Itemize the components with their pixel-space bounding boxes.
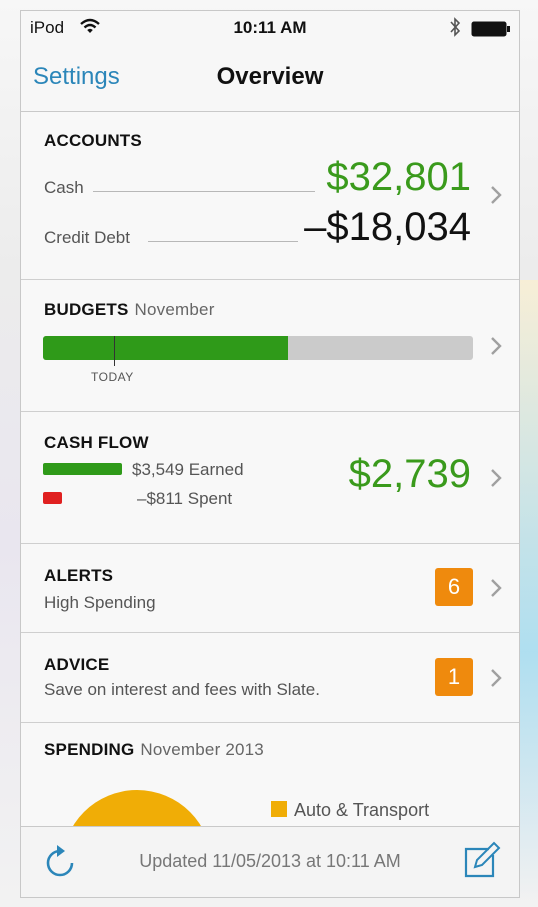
today-label: TODAY: [91, 370, 134, 384]
advice-count-badge: 1: [435, 658, 473, 696]
spent-bar: [43, 492, 62, 504]
budgets-month: November: [134, 300, 215, 319]
budgets-title: BUDGETS November: [44, 300, 215, 319]
earned-bar: [43, 463, 122, 475]
credit-debt-value: –$18,034: [304, 205, 471, 249]
cash-value: $32,801: [326, 155, 471, 199]
bluetooth-icon: [450, 17, 461, 37]
advice-title: ADVICE: [44, 655, 110, 674]
legend-label: Auto & Transport: [294, 800, 430, 820]
battery-icon: [471, 21, 510, 37]
advice-subtitle: Save on interest and fees with Slate.: [44, 680, 320, 699]
page-title: Overview: [216, 63, 324, 90]
spending-section[interactable]: SPENDING November 2013 Auto & Transport: [21, 723, 519, 835]
chevron-right-icon: [491, 669, 502, 687]
budget-progress-bar: [43, 336, 473, 360]
phone-screen: iPod 10:11 AM Settings Overview ACCOUNTS…: [20, 10, 520, 898]
navigation-bar: Settings Overview: [21, 51, 519, 112]
spending-title: SPENDING November 2013: [44, 740, 264, 759]
chevron-right-icon: [491, 337, 502, 355]
cash-label: Cash: [44, 178, 84, 197]
advice-section[interactable]: ADVICE Save on interest and fees with Sl…: [21, 633, 519, 723]
legend-swatch: [271, 801, 287, 817]
cash-flow-title: CASH FLOW: [44, 433, 149, 452]
alerts-title: ALERTS: [44, 566, 114, 585]
chevron-right-icon: [491, 186, 502, 204]
status-time: 10:11 AM: [233, 18, 307, 37]
budgets-section[interactable]: BUDGETS November TODAY: [21, 280, 519, 412]
status-bar: iPod 10:11 AM: [21, 11, 519, 43]
chevron-right-icon: [491, 579, 502, 597]
alerts-section[interactable]: ALERTS High Spending 6: [21, 544, 519, 633]
last-updated-text: Updated 11/05/2013 at 10:11 AM: [139, 851, 401, 871]
compose-icon[interactable]: [461, 841, 501, 881]
credit-debt-leader-line: [148, 241, 298, 242]
earned-text: $3,549 Earned: [132, 460, 244, 479]
cash-flow-total: $2,739: [348, 452, 471, 496]
alerts-subtitle: High Spending: [44, 593, 156, 612]
spent-text: –$811 Spent: [137, 489, 233, 508]
chevron-right-icon: [491, 469, 502, 487]
alerts-count-badge: 6: [435, 568, 473, 606]
credit-debt-label: Credit Debt: [44, 228, 130, 247]
budget-progress-fill: [43, 336, 289, 360]
spending-period: November 2013: [140, 740, 264, 759]
bottom-toolbar: Updated 11/05/2013 at 10:11 AM: [21, 826, 519, 897]
cash-flow-section[interactable]: CASH FLOW $3,549 Earned –$811 Spent $2,7…: [21, 412, 519, 544]
accounts-title: ACCOUNTS: [44, 131, 142, 150]
accounts-section[interactable]: ACCOUNTS Cash $32,801 Credit Debt –$18,0…: [21, 112, 519, 280]
today-marker: [114, 336, 115, 366]
cash-leader-line: [93, 191, 315, 192]
